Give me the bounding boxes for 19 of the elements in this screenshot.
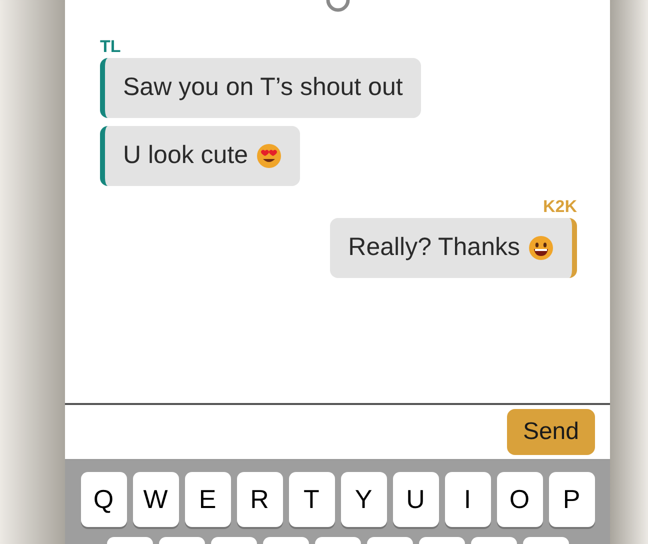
message-text: Saw you on T’s shout out <box>123 72 403 104</box>
keyboard-key[interactable]: E <box>184 472 230 527</box>
heart-eyes-emoji-icon <box>256 143 282 169</box>
keyboard-key[interactable]: Y <box>340 472 386 527</box>
message-text: Really? Thanks <box>348 232 520 264</box>
sender-name: K2K <box>542 196 577 218</box>
message-text: U look cute <box>123 140 248 172</box>
keyboard-key[interactable]: W <box>132 472 178 527</box>
send-button[interactable]: Send <box>506 409 595 455</box>
sender-name: TL <box>100 36 121 58</box>
keyboard-key[interactable]: Q <box>80 472 126 527</box>
keyboard-key[interactable]: R <box>236 472 282 527</box>
keyboard-key[interactable]: T <box>288 472 334 527</box>
grinning-emoji-icon <box>528 235 554 261</box>
keyboard-key[interactable]: U <box>392 472 438 527</box>
keyboard-key[interactable]: P <box>548 472 594 527</box>
keyboard-key[interactable]: O <box>496 472 542 527</box>
loading-spinner-icon <box>325 0 351 14</box>
keyboard-key[interactable]: I <box>444 472 490 527</box>
